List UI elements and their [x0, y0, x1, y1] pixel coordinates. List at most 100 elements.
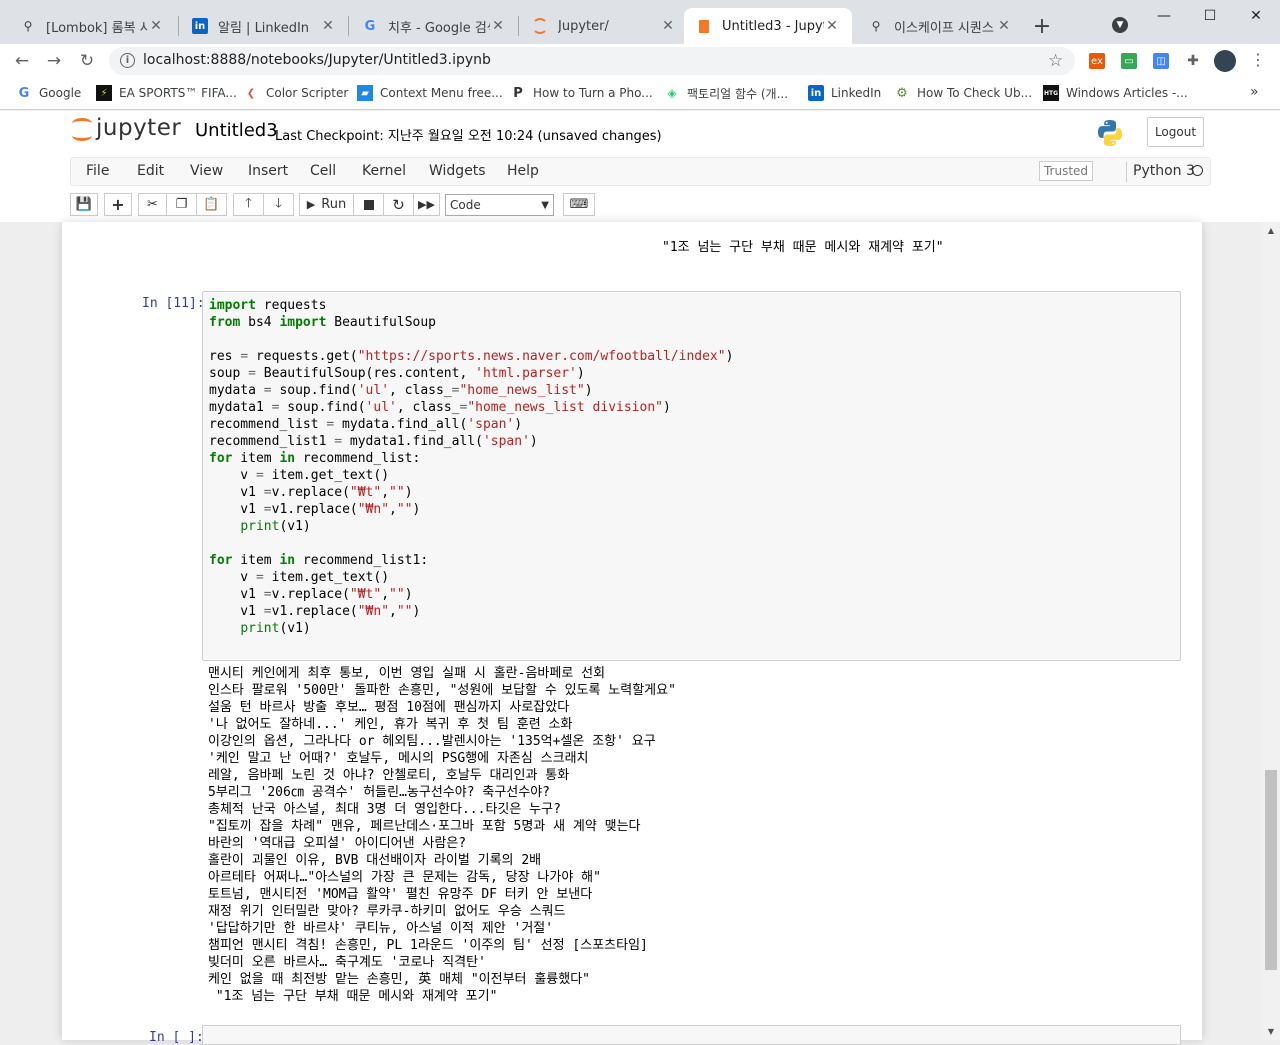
logout-button[interactable]: Logout	[1147, 117, 1204, 147]
insert-cell-button[interactable]: +	[104, 193, 132, 216]
p-icon: P	[513, 85, 523, 101]
bookmark-ea-sports[interactable]: ⚡ EA SPORTS™ FIFA...	[96, 84, 237, 102]
menu-widgets[interactable]: Widgets	[429, 163, 486, 179]
maximize-button[interactable]: ☐	[1187, 6, 1233, 26]
back-button[interactable]: ←	[12, 51, 32, 71]
close-icon[interactable]: ✕	[320, 18, 336, 34]
linkedin-icon: in	[808, 85, 824, 101]
input-prompt-next: In [ ]:	[149, 1030, 204, 1045]
output-line: 인스타 팔로워 '500만' 돌파한 손흥민, "성원에 보답할 수 있도록 노…	[208, 683, 676, 698]
scroll-up-icon[interactable]: ▲	[1262, 222, 1280, 239]
notebook-title[interactable]: Untitled3	[195, 120, 278, 141]
scroll-down-icon[interactable]: ▼	[1262, 1023, 1280, 1040]
close-icon[interactable]: ✕	[148, 18, 164, 34]
tab-jupyter-tree[interactable]: Jupyter/ ✕	[520, 8, 688, 44]
kernel-separator	[1126, 162, 1127, 182]
extension-icon[interactable]: ▭	[1121, 53, 1137, 69]
minimize-button[interactable]: —	[1141, 6, 1187, 26]
tab-untitled3[interactable]: Untitled3 - Jupyter ✕	[684, 8, 852, 44]
more-vert-icon[interactable]: ⋮	[1250, 50, 1266, 69]
cut-button[interactable]: ✂	[138, 193, 167, 216]
move-up-button[interactable]: 🡑	[233, 193, 264, 216]
kernel-idle-icon	[1192, 165, 1203, 176]
menu-insert[interactable]: Insert	[248, 163, 288, 179]
menu-cell[interactable]: Cell	[310, 163, 336, 179]
bookmark-context-menu[interactable]: ▰ Context Menu free...	[357, 84, 503, 102]
chevron-right-icon[interactable]: »	[1250, 84, 1259, 100]
output-line: 아르테타 어쩌나…"아스널의 가장 큰 문제는 감독, 당장 나가야 해"	[208, 870, 601, 885]
bookmark-linkedin[interactable]: in LinkedIn	[808, 84, 881, 102]
tab-separator	[518, 16, 519, 36]
new-tab-button[interactable]: +	[1030, 14, 1054, 39]
close-icon[interactable]: ✕	[660, 18, 676, 34]
star-icon[interactable]: ☆	[1048, 51, 1063, 71]
puzzle-icon[interactable]: ✚	[1185, 53, 1201, 69]
jupyter-icon	[532, 18, 548, 34]
output-line: 챔피언 맨시티 격침! 손흥민, PL 1라운드 '이주의 팀' 선정 [스포츠…	[208, 938, 648, 953]
network-icon: ⚲	[871, 19, 881, 33]
close-icon[interactable]: ✕	[490, 18, 506, 34]
extension-icon[interactable]: ex	[1089, 53, 1105, 69]
jupyter-logo-icon	[72, 115, 92, 141]
menu-file[interactable]: File	[86, 163, 109, 179]
tab-escape-sequence[interactable]: ⚲ 이스케이프 시퀀스 ✕	[856, 8, 1024, 44]
tab-linkedin[interactable]: in 알림 | LinkedIn ✕	[180, 8, 348, 44]
copy-button[interactable]: ❐	[166, 193, 197, 216]
restart-run-all-button[interactable]: ▶▶	[413, 193, 440, 216]
previous-output-line: "1조 넘는 구단 부채 때문 메시와 재계약 포기"	[662, 240, 944, 255]
bookmark-factorial[interactable]: ◈ 팩토리얼 함수 (개...	[664, 84, 788, 102]
kernel-name: Python 3	[1133, 163, 1195, 179]
empty-code-cell[interactable]	[202, 1025, 1181, 1045]
chevron-down-icon[interactable]: ▼	[1112, 17, 1128, 33]
avatar[interactable]	[1214, 50, 1236, 72]
jupyter-logo[interactable]: jupyter	[72, 115, 181, 141]
contextmenu-icon: ▰	[357, 85, 373, 101]
code-editor[interactable]: import requests from bs4 import Beautifu…	[209, 297, 733, 637]
command-palette-button[interactable]: ⌨	[563, 193, 595, 216]
interrupt-button[interactable]	[353, 193, 384, 216]
output-line: 토트넘, 맨시티전 'MOM급 활약' 펼친 유망주 DF 터키 안 보낸다	[208, 887, 593, 902]
bookmark-windows-articles[interactable]: HTG Windows Articles -...	[1043, 84, 1188, 102]
copy-icon: ❐	[175, 197, 188, 212]
restart-button[interactable]: ↻	[383, 193, 414, 216]
bookmark-color-scripter[interactable]: ❮ Color Scripter	[243, 84, 348, 102]
menu-edit[interactable]: Edit	[137, 163, 164, 179]
restart-icon: ↻	[392, 195, 405, 214]
reload-button[interactable]: ↻	[77, 51, 97, 71]
fast-forward-icon: ▶▶	[418, 198, 435, 211]
google-icon: G	[18, 85, 30, 101]
bookmark-google[interactable]: G Google	[16, 84, 82, 102]
gear-icon: ⚙	[896, 85, 908, 101]
paste-button[interactable]: 📋	[196, 193, 227, 216]
menu-help[interactable]: Help	[507, 163, 539, 179]
paste-icon: 📋	[203, 197, 220, 212]
move-down-button[interactable]: 🡓	[263, 193, 294, 216]
tab-google-search[interactable]: G 치후 - Google 검색 ✕	[350, 8, 518, 44]
menu-kernel[interactable]: Kernel	[362, 163, 406, 179]
scrollbar-thumb[interactable]	[1265, 770, 1277, 970]
bookmark-turn-photo[interactable]: P How to Turn a Pho...	[510, 84, 652, 102]
network-icon: ⚲	[23, 19, 33, 33]
forward-button[interactable]: →	[44, 51, 64, 71]
linkedin-icon: in	[192, 18, 208, 34]
tab-lombok[interactable]: ⚲ [Lombok] 롬복 사용 ✕	[8, 8, 176, 44]
tab-separator	[348, 16, 349, 36]
bookmark-check-ubuntu[interactable]: ⚙ How To Check Ub...	[894, 84, 1032, 102]
trusted-indicator[interactable]: Trusted	[1039, 161, 1093, 181]
output-line: 케인 없을 때 최전방 맡는 손흥민, 英 매체 "이전부터 훌륭했다"	[208, 972, 591, 987]
checkpoint-status: Last Checkpoint: 지난주 월요일 오전 10:24 (unsav…	[275, 129, 662, 144]
url-text[interactable]: localhost:8888/notebooks/Jupyter/Untitle…	[143, 52, 491, 68]
output-line: '답답하기만 한 바르샤' 쿠티뉴, 아스널 이적 제안 '거절'	[208, 921, 554, 936]
run-button[interactable]: ▶ Run	[299, 193, 354, 216]
arrow-down-icon: 🡓	[275, 195, 282, 211]
stop-icon	[363, 199, 374, 210]
save-button[interactable]: 💾	[70, 193, 98, 216]
close-window-button[interactable]: ✕	[1233, 6, 1279, 26]
extension-icon[interactable]: ◫	[1153, 53, 1169, 69]
close-icon[interactable]: ✕	[824, 18, 840, 34]
close-icon[interactable]: ✕	[996, 18, 1012, 34]
output-line: '케인 말고 난 어때?' 호날두, 메시의 PSG행에 자존심 스크래치	[208, 751, 589, 766]
menu-view[interactable]: View	[190, 163, 223, 179]
info-icon[interactable]: i	[120, 53, 135, 68]
cell-type-select[interactable]: Code ▼	[445, 194, 554, 216]
